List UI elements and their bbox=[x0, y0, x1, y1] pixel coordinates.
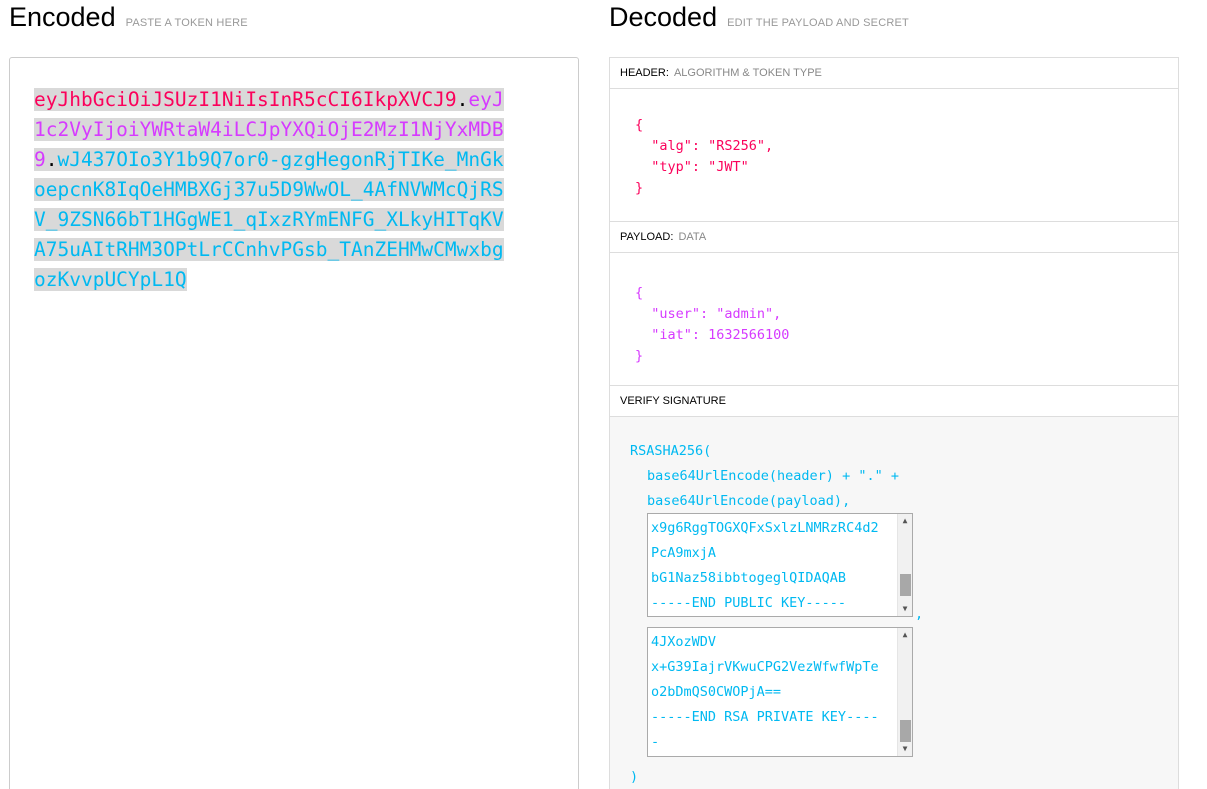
private-key-text[interactable]: 4JXozWDV x+G39IajrVKwuCPG2VezWfwfWpTe o2… bbox=[648, 628, 912, 755]
scroll-up-arrow-icon[interactable]: ▲ bbox=[898, 514, 912, 528]
token-signature-part: wJ437OIo3Y1b9Q7or0-gzgHegonRjTIKe_MnGkoe… bbox=[34, 148, 504, 291]
encoded-token-editor[interactable]: eyJhbGciOiJSUzI1NiIsInR5cCI6IkpXVCJ9.eyJ… bbox=[9, 57, 579, 789]
public-key-text[interactable]: x9g6RggTOGXQFxSxlzLNMRzRC4d2 PcA9mxjA bG… bbox=[648, 514, 912, 616]
private-key-scrollbar[interactable]: ▲ ▼ bbox=[897, 628, 912, 756]
encoded-token-text[interactable]: eyJhbGciOiJSUzI1NiIsInR5cCI6IkpXVCJ9.eyJ… bbox=[34, 85, 505, 295]
verify-signature-body: RSASHA256( base64UrlEncode(header) + "."… bbox=[609, 417, 1179, 789]
scroll-down-arrow-icon[interactable]: ▼ bbox=[898, 742, 912, 756]
scroll-thumb[interactable] bbox=[900, 720, 911, 742]
verify-fn-open: RSASHA256( bbox=[630, 443, 712, 459]
encoded-subtitle: PASTE A TOKEN HERE bbox=[125, 17, 248, 29]
token-dot-2: . bbox=[45, 148, 58, 171]
token-dot-1: . bbox=[456, 88, 469, 111]
verify-header-expr: base64UrlEncode(header) + "." + bbox=[647, 468, 899, 484]
encoded-heading: Encoded PASTE A TOKEN HERE bbox=[9, 2, 248, 33]
header-section-title: HEADER: ALGORITHM & TOKEN TYPE bbox=[609, 57, 1179, 89]
encoded-title: Encoded bbox=[9, 2, 116, 32]
header-json-editor[interactable]: { "alg": "RS256", "typ": "JWT" } bbox=[609, 89, 1179, 221]
verify-payload-expr: base64UrlEncode(payload), bbox=[647, 493, 851, 509]
key-separator-comma: , bbox=[915, 606, 924, 622]
decoded-title: Decoded bbox=[609, 2, 718, 32]
verify-section-title: VERIFY SIGNATURE bbox=[609, 385, 1179, 417]
decoded-heading: Decoded EDIT THE PAYLOAD AND SECRET bbox=[609, 2, 909, 33]
private-key-textarea[interactable]: 4JXozWDV x+G39IajrVKwuCPG2VezWfwfWpTe o2… bbox=[647, 627, 913, 757]
scroll-up-arrow-icon[interactable]: ▲ bbox=[898, 628, 912, 642]
decoded-subtitle: EDIT THE PAYLOAD AND SECRET bbox=[727, 17, 909, 29]
payload-section-title: PAYLOAD: DATA bbox=[609, 221, 1179, 253]
public-key-scrollbar[interactable]: ▲ ▼ bbox=[897, 514, 912, 616]
verify-label: VERIFY SIGNATURE bbox=[620, 395, 726, 407]
public-key-textarea[interactable]: x9g6RggTOGXQFxSxlzLNMRzRC4d2 PcA9mxjA bG… bbox=[647, 513, 913, 617]
decoded-panel: HEADER: ALGORITHM & TOKEN TYPE { "alg": … bbox=[609, 57, 1179, 789]
payload-json[interactable]: { "user": "admin", "iat": 1632566100 } bbox=[610, 283, 1178, 367]
scroll-down-arrow-icon[interactable]: ▼ bbox=[898, 602, 912, 616]
header-json[interactable]: { "alg": "RS256", "typ": "JWT" } bbox=[610, 115, 1178, 199]
token-header-part: eyJhbGciOiJSUzI1NiIsInR5cCI6IkpXVCJ9 bbox=[34, 88, 457, 111]
scroll-thumb[interactable] bbox=[900, 574, 911, 596]
verify-fn-close: ) bbox=[630, 769, 639, 785]
header-label: HEADER: bbox=[620, 67, 669, 79]
payload-sublabel: DATA bbox=[678, 231, 707, 243]
header-sublabel: ALGORITHM & TOKEN TYPE bbox=[673, 67, 822, 79]
payload-label: PAYLOAD: bbox=[620, 231, 674, 243]
payload-json-editor[interactable]: { "user": "admin", "iat": 1632566100 } bbox=[609, 253, 1179, 385]
